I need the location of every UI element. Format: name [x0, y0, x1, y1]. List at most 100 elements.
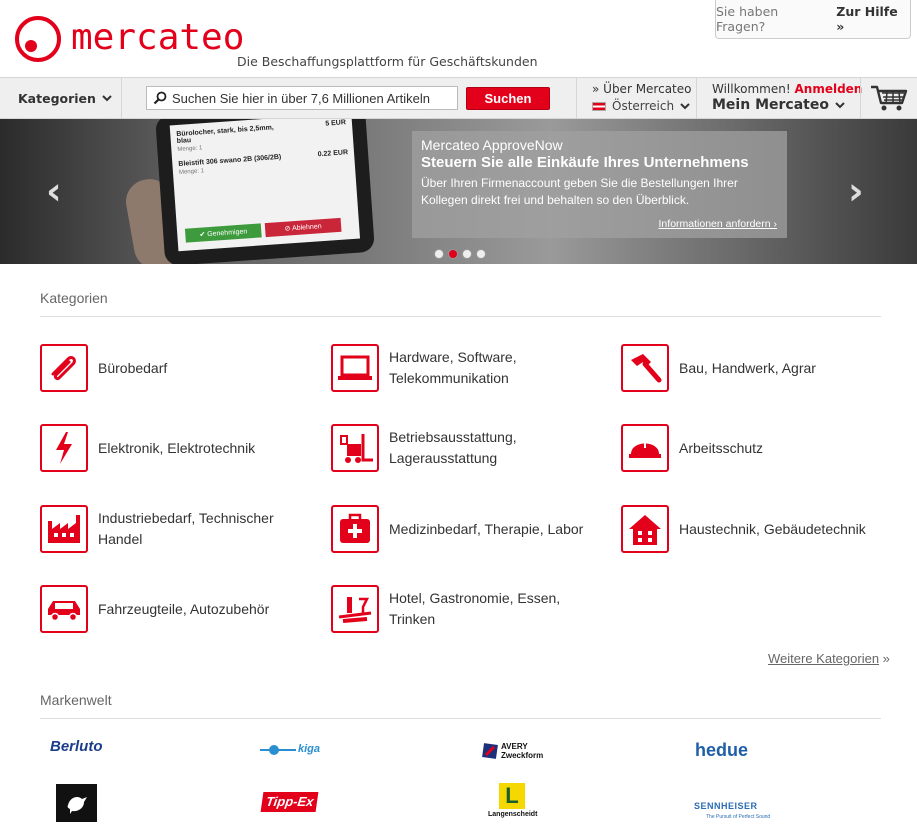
- brand-sennheiser-text: SENNHEISER: [694, 801, 758, 811]
- avery-logo-icon: [482, 743, 498, 759]
- chevron-down-icon: [680, 103, 690, 110]
- banner-dot[interactable]: [448, 249, 458, 259]
- mercateo-logo[interactable]: mercateo: [13, 14, 244, 64]
- country-label: Österreich: [612, 99, 675, 113]
- brand-langenscheidt[interactable]: L Langenscheidt: [488, 783, 537, 818]
- category-label: Elektronik, Elektrotechnik: [98, 439, 256, 456]
- banner-cta-link[interactable]: Informationen anfordern ›: [659, 218, 777, 230]
- category-item[interactable]: Hotel, Gastronomie, Essen, Trinken: [331, 585, 599, 633]
- first-aid-icon: [331, 505, 379, 553]
- search-button[interactable]: Suchen: [466, 87, 550, 110]
- brand-tipp-ex-text: Tipp-Ex: [265, 794, 315, 809]
- categories-divider: [40, 316, 881, 317]
- category-label: Bürobedarf: [98, 359, 168, 376]
- phone-approve-button: ✔ Genehmigen: [184, 223, 262, 243]
- factory-icon: [40, 505, 88, 553]
- search-input[interactable]: [172, 90, 452, 106]
- category-label: Betriebsausstattung, Lagerausstattung: [389, 429, 517, 466]
- category-item[interactable]: Hardware, Software, Telekommunikation: [331, 344, 599, 392]
- brand-berluto-text: Berluto: [50, 738, 103, 755]
- brand-berluto[interactable]: Berluto: [50, 738, 103, 756]
- about-country-menu[interactable]: » Über Mercateo Österreich: [576, 78, 697, 118]
- brands-divider: [40, 718, 881, 719]
- forklift-icon: [331, 424, 379, 472]
- welcome-text: Willkommen!: [712, 82, 791, 96]
- account-menu[interactable]: Willkommen! Anmelden Mein Mercateo: [712, 82, 862, 113]
- category-item[interactable]: Haustechnik, Gebäudetechnik: [621, 505, 889, 553]
- category-item[interactable]: Bau, Handwerk, Agrar: [621, 344, 889, 392]
- category-item[interactable]: Bürobedarf: [40, 344, 308, 392]
- brand-bird[interactable]: [56, 784, 97, 822]
- banner-dot[interactable]: [476, 249, 486, 259]
- category-label: Hotel, Gastronomie, Essen, Trinken: [389, 590, 561, 627]
- phone-reject-button: ⊘ Ablehnen: [264, 217, 342, 238]
- categories-heading: Kategorien: [40, 290, 108, 306]
- chevron-down-icon: [835, 102, 845, 109]
- helmet-icon: [621, 424, 669, 472]
- brand-hedue[interactable]: hedue: [695, 740, 748, 761]
- header: mercateo Die Beschaffungsplattform für G…: [0, 0, 917, 77]
- category-item[interactable]: Betriebsausstattung, Lagerausstattung: [331, 424, 599, 472]
- brands-heading: Markenwelt: [40, 692, 112, 708]
- category-item[interactable]: Industriebedarf, Technischer Handel: [40, 505, 308, 553]
- shopping-cart-icon: [871, 85, 908, 111]
- search-icon: [153, 91, 167, 105]
- category-item[interactable]: Fahrzeugteile, Autozubehör: [40, 585, 308, 633]
- category-label: Haustechnik, Gebäudetechnik: [679, 520, 866, 537]
- more-categories-label: Weitere Kategorien: [768, 651, 880, 666]
- more-categories-arrow: »: [882, 651, 890, 666]
- login-link[interactable]: Anmelden: [794, 82, 862, 96]
- banner-text: Über Ihren Firmenaccount geben Sie die B…: [421, 176, 738, 207]
- banner-kicker: Mercateo ApproveNow: [421, 137, 563, 153]
- help-question: Sie haben Fragen?: [716, 4, 779, 34]
- search-box: [146, 86, 458, 110]
- banner-text-box: Mercateo ApproveNow Steuern Sie alle Ein…: [412, 131, 787, 238]
- lightning-icon: [40, 424, 88, 472]
- hammer-icon: [621, 344, 669, 392]
- help-link[interactable]: Zur Hilfe »: [836, 4, 910, 34]
- navbar: Kategorien Suchen » Über Mercateo Österr…: [0, 77, 917, 119]
- tagline: Die Beschaffungsplattform für Geschäftsk…: [237, 54, 538, 69]
- brand-kiga-text: kiga: [298, 743, 321, 755]
- brand-sennheiser-tagline: The Pursuit of Perfect Sound: [706, 814, 771, 820]
- brand-tipp-ex[interactable]: Tipp-Ex: [260, 792, 319, 812]
- help-box[interactable]: Sie haben Fragen? Zur Hilfe »: [715, 0, 911, 39]
- house-icon: [621, 505, 669, 553]
- brand-avery[interactable]: AVERY Zweckform: [482, 742, 557, 760]
- car-icon: [40, 585, 88, 633]
- promo-banner[interactable]: Bürolocher, stark, bis 2,5mm, blau 5 EUR …: [0, 119, 917, 264]
- brand-avery-text: AVERY Zweckform: [501, 742, 544, 760]
- logo-text: mercateo: [71, 16, 245, 58]
- category-label: Arbeitsschutz: [679, 439, 764, 456]
- kiga-logo-icon: [260, 745, 296, 755]
- brand-hedue-text: hedue: [695, 740, 749, 760]
- phone-price-1: 5 EUR: [325, 119, 347, 128]
- category-item[interactable]: Medizinbedarf, Therapie, Labor: [331, 505, 599, 553]
- more-categories-link[interactable]: Weitere Kategorien »: [768, 651, 890, 666]
- banner-pagination: [434, 249, 486, 259]
- category-label: Bau, Handwerk, Agrar: [679, 359, 816, 376]
- category-item[interactable]: Arbeitsschutz: [621, 424, 889, 472]
- category-label: Fahrzeugteile, Autozubehör: [98, 600, 270, 617]
- brand-sennheiser[interactable]: SENNHEISER The Pursuit of Perfect Sound: [694, 796, 770, 820]
- category-item[interactable]: Elektronik, Elektrotechnik: [40, 424, 308, 472]
- banner-dot[interactable]: [462, 249, 472, 259]
- category-label: Industriebedarf, Technischer Handel: [98, 510, 274, 547]
- paperclip-icon: [40, 344, 88, 392]
- waiter-tray-icon: [331, 585, 379, 633]
- category-label: Hardware, Software, Telekommunikation: [389, 349, 517, 386]
- austria-flag-icon: [592, 101, 606, 111]
- country-selector[interactable]: Österreich: [592, 99, 696, 113]
- bird-logo-icon: [67, 797, 87, 814]
- langenscheidt-l-icon: L: [499, 783, 525, 809]
- my-mercateo-label[interactable]: Mein Mercateo: [712, 97, 829, 113]
- laptop-icon: [331, 344, 379, 392]
- banner-dot[interactable]: [434, 249, 444, 259]
- brand-kiga[interactable]: kiga: [260, 742, 320, 756]
- banner-prev-arrow-icon[interactable]: ‹: [46, 172, 62, 210]
- categories-dropdown[interactable]: Kategorien: [0, 78, 122, 118]
- categories-dropdown-label: Kategorien: [18, 90, 96, 106]
- cart-button[interactable]: [860, 78, 917, 118]
- about-link[interactable]: » Über Mercateo: [592, 82, 696, 96]
- banner-next-arrow-icon[interactable]: ›: [848, 172, 864, 210]
